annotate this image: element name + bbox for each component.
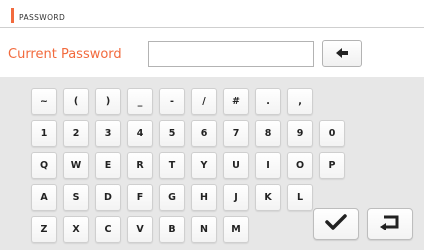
keyboard-key[interactable]: - [159,88,185,115]
checkmark-icon [325,214,347,234]
keyboard-key[interactable]: ( [63,88,89,115]
keyboard-key[interactable]: L [287,184,313,211]
keyboard-key[interactable]: B [159,216,185,243]
keyboard-key[interactable]: U [223,152,249,179]
keyboard-key[interactable]: O [287,152,313,179]
keyboard-key[interactable]: X [63,216,89,243]
current-password-label: Current Password [8,47,122,62]
keyboard-key[interactable]: R [127,152,153,179]
header-divider [0,27,424,28]
keyboard-key[interactable]: . [255,88,281,115]
confirm-button[interactable] [313,208,359,240]
keyboard-panel: ~() _ - / #., 1 2 3 4 5 6 7 8 9 0 Q W E R T Y U I O P A S D F G H J K L Z X… [0,77,424,250]
current-password-input[interactable] [148,41,314,67]
keyboard-key[interactable]: J [223,184,249,211]
arrow-left-icon [335,44,349,63]
keyboard-key[interactable]: 5 [159,120,185,147]
keyboard-key[interactable]: V [127,216,153,243]
keyboard-key[interactable]: 1 [31,120,57,147]
keyboard-key[interactable]: , [287,88,313,115]
keyboard-key[interactable]: 2 [63,120,89,147]
keyboard-key[interactable]: 9 [287,120,313,147]
header-accent-bar [11,8,14,23]
keyboard-key[interactable]: P [319,152,345,179]
keyboard-key[interactable]: ~ [31,88,57,115]
keyboard-key[interactable]: D [95,184,121,211]
keyboard-key[interactable]: Q [31,152,57,179]
keyboard-key[interactable]: W [63,152,89,179]
keyboard-key[interactable]: T [159,152,185,179]
keyboard-key[interactable]: ) [95,88,121,115]
keyboard-key[interactable]: M [223,216,249,243]
keyboard-key[interactable]: A [31,184,57,211]
keyboard-key[interactable]: F [127,184,153,211]
keyboard-key[interactable]: H [191,184,217,211]
keyboard-key[interactable]: S [63,184,89,211]
keyboard-key[interactable]: # [223,88,249,115]
keyboard-key[interactable]: 3 [95,120,121,147]
keyboard-key[interactable]: Z [31,216,57,243]
backspace-button[interactable] [322,40,362,67]
keyboard-key[interactable]: 7 [223,120,249,147]
keyboard-key[interactable]: 8 [255,120,281,147]
keyboard-key[interactable]: 0 [319,120,345,147]
return-arrow-icon [379,214,401,234]
keyboard-key[interactable]: C [95,216,121,243]
keyboard-key[interactable]: I [255,152,281,179]
keyboard-key[interactable]: 4 [127,120,153,147]
keyboard-key[interactable]: N [191,216,217,243]
page-title: PASSWORD [19,13,66,22]
keyboard-key[interactable]: G [159,184,185,211]
keyboard-key[interactable]: E [95,152,121,179]
keyboard-key[interactable]: / [191,88,217,115]
back-button[interactable] [367,208,413,240]
keyboard-key[interactable]: K [255,184,281,211]
keyboard-key[interactable]: 6 [191,120,217,147]
keyboard-key[interactable]: Y [191,152,217,179]
keyboard-key[interactable]: _ [127,88,153,115]
